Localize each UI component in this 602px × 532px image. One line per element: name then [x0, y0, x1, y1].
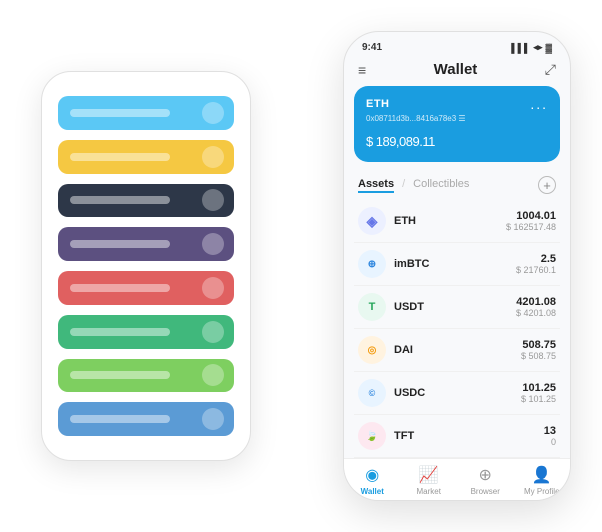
tft-amount: 13: [544, 425, 556, 437]
background-phone: [41, 71, 251, 461]
nav-label-wallet: Wallet: [361, 487, 384, 496]
tft-usd: 0: [544, 437, 556, 447]
wallet-card[interactable]: ETH ... 0x08711d3b...8416a78e3 ☰ $189,08…: [354, 86, 560, 162]
bg-card-1: [58, 96, 234, 130]
bg-card-3: [58, 184, 234, 218]
bg-card-7: [58, 359, 234, 393]
market-nav-icon: 📈: [419, 465, 439, 485]
dai-usd: $ 508.75: [521, 351, 556, 361]
foreground-phone: 9:41 ▌▌▌ ◂▸ ▓ ≡ Wallet ⤢ ETH ... 0x08711…: [343, 31, 571, 501]
usdt-usd: $ 4201.08: [516, 308, 556, 318]
bg-card-5: [58, 271, 234, 305]
usdt-amount: 4201.08: [516, 296, 556, 308]
scene: 9:41 ▌▌▌ ◂▸ ▓ ≡ Wallet ⤢ ETH ... 0x08711…: [11, 11, 591, 521]
wallet-coin-label: ETH: [366, 98, 390, 110]
imbtc-amount: 2.5: [516, 253, 556, 265]
phone-header: ≡ Wallet ⤢: [344, 57, 570, 86]
status-time: 9:41: [362, 42, 382, 53]
status-icons: ▌▌▌ ◂▸ ▓: [511, 42, 552, 53]
currency-symbol: $: [366, 134, 373, 149]
profile-nav-icon: 👤: [532, 465, 552, 485]
wallet-nav-icon: ◉: [365, 465, 379, 485]
menu-icon[interactable]: ≡: [358, 62, 366, 78]
usdc-amount: 101.25: [521, 382, 556, 394]
signal-icon: ▌▌▌: [511, 43, 530, 53]
nav-bar: ◉ Wallet 📈 Market ⊕ Browser 👤 My Profile: [344, 458, 570, 500]
browser-nav-icon: ⊕: [479, 465, 492, 485]
asset-name-usdc: USDC: [394, 387, 521, 399]
asset-item-dai[interactable]: ◎ DAI 508.75 $ 508.75: [354, 329, 560, 372]
assets-header: Assets / Collectibles +: [344, 170, 570, 200]
eth-amount: 1004.01: [506, 210, 556, 222]
wallet-balance: $189,089.11: [366, 129, 548, 152]
asset-values-tft: 13 0: [544, 425, 556, 447]
asset-values-eth: 1004.01 $ 162517.48: [506, 210, 556, 232]
nav-item-market[interactable]: 📈 Market: [401, 465, 458, 496]
add-asset-button[interactable]: +: [538, 176, 556, 194]
tab-collectibles[interactable]: Collectibles: [413, 178, 469, 193]
asset-name-eth: ETH: [394, 215, 506, 227]
bg-card-6: [58, 315, 234, 349]
nav-item-browser[interactable]: ⊕ Browser: [457, 465, 514, 496]
asset-item-usdc[interactable]: © USDC 101.25 $ 101.25: [354, 372, 560, 415]
asset-name-imbtc: imBTC: [394, 258, 516, 270]
asset-item-imbtc[interactable]: ⊕ imBTC 2.5 $ 21760.1: [354, 243, 560, 286]
asset-values-usdc: 101.25 $ 101.25: [521, 382, 556, 404]
asset-item-usdt[interactable]: T USDT 4201.08 $ 4201.08: [354, 286, 560, 329]
asset-name-usdt: USDT: [394, 301, 516, 313]
wallet-card-top: ETH ...: [366, 96, 548, 112]
asset-item-tft[interactable]: 🍃 TFT 13 0: [354, 415, 560, 458]
nav-label-profile: My Profile: [524, 487, 560, 496]
nav-item-wallet[interactable]: ◉ Wallet: [344, 465, 401, 496]
usdt-icon: T: [358, 293, 386, 321]
bg-card-4: [58, 227, 234, 261]
dai-icon: ◎: [358, 336, 386, 364]
eth-icon: ◈: [358, 207, 386, 235]
asset-tabs: Assets / Collectibles: [358, 178, 469, 193]
asset-name-tft: TFT: [394, 430, 544, 442]
imbtc-icon: ⊕: [358, 250, 386, 278]
tab-assets[interactable]: Assets: [358, 178, 394, 193]
status-bar: 9:41 ▌▌▌ ◂▸ ▓: [344, 32, 570, 57]
asset-item-eth[interactable]: ◈ ETH 1004.01 $ 162517.48: [354, 200, 560, 243]
usdc-usd: $ 101.25: [521, 394, 556, 404]
asset-list: ◈ ETH 1004.01 $ 162517.48 ⊕ imBTC 2.5 $ …: [344, 200, 570, 458]
imbtc-usd: $ 21760.1: [516, 265, 556, 275]
usdc-icon: ©: [358, 379, 386, 407]
nav-label-browser: Browser: [471, 487, 500, 496]
page-title: Wallet: [434, 61, 478, 78]
bg-card-2: [58, 140, 234, 174]
nav-item-profile[interactable]: 👤 My Profile: [514, 465, 571, 496]
nav-label-market: Market: [417, 487, 441, 496]
asset-values-imbtc: 2.5 $ 21760.1: [516, 253, 556, 275]
wifi-icon: ◂▸: [533, 42, 542, 53]
tab-separator: /: [402, 178, 405, 193]
bg-card-8: [58, 402, 234, 436]
asset-values-usdt: 4201.08 $ 4201.08: [516, 296, 556, 318]
balance-amount: 189,089.11: [376, 134, 435, 149]
tft-icon: 🍃: [358, 422, 386, 450]
asset-name-dai: DAI: [394, 344, 521, 356]
asset-values-dai: 508.75 $ 508.75: [521, 339, 556, 361]
expand-icon[interactable]: ⤢: [545, 61, 556, 78]
wallet-address: 0x08711d3b...8416a78e3 ☰: [366, 114, 548, 123]
battery-icon: ▓: [545, 43, 552, 53]
eth-usd: $ 162517.48: [506, 222, 556, 232]
wallet-options-button[interactable]: ...: [530, 96, 548, 112]
dai-amount: 508.75: [521, 339, 556, 351]
